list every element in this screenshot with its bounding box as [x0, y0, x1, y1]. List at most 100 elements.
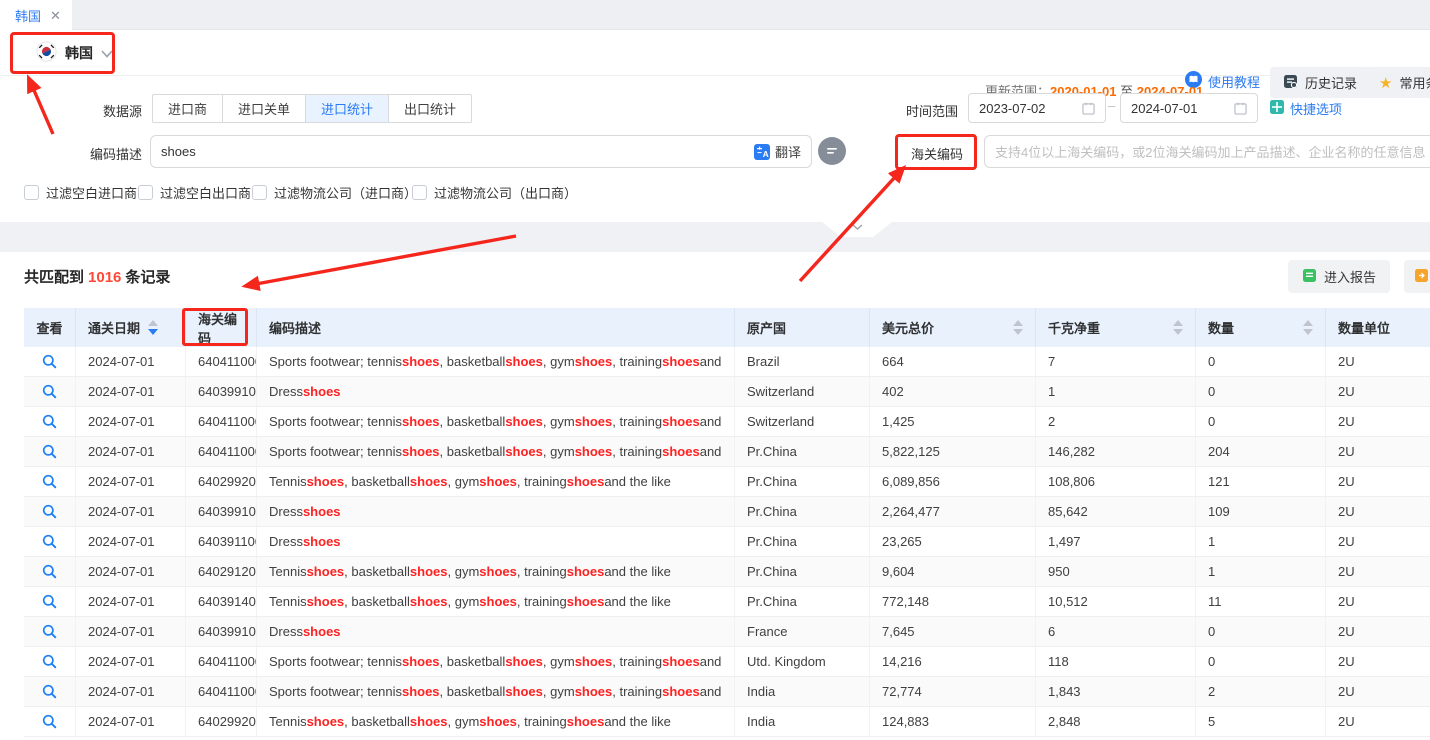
view-details-icon[interactable]	[24, 647, 75, 676]
highlighted-keyword: shoes	[567, 474, 605, 489]
sort-desc-icon[interactable]	[1013, 329, 1023, 335]
sort-desc-icon[interactable]	[1303, 329, 1313, 335]
cell-code: 6404110000	[186, 647, 257, 677]
cell-kg: 146,282	[1036, 437, 1196, 467]
sort-desc-icon[interactable]	[1173, 329, 1183, 335]
chevron-down-icon	[101, 46, 113, 61]
quick-options-link[interactable]: 快捷选项	[1270, 99, 1342, 118]
translate-button[interactable]: A 翻译	[754, 142, 801, 161]
sort-asc-icon[interactable]	[1013, 320, 1023, 326]
cell-description: Sports footwear; tennis shoes, basketbal…	[257, 677, 735, 707]
sort-caret[interactable]	[1173, 320, 1183, 335]
highlighted-keyword: shoes	[567, 594, 605, 609]
cell-code: 6404110000	[186, 677, 257, 707]
column-header-label: 原产国	[747, 318, 786, 337]
tab-korea[interactable]: 韩国 ✕	[0, 0, 72, 30]
checkbox-label: 过滤物流公司（进口商）	[274, 183, 417, 202]
cell-view	[24, 587, 76, 617]
view-details-icon[interactable]	[24, 407, 75, 436]
sort-caret[interactable]	[1303, 320, 1313, 335]
cell-view	[24, 527, 76, 557]
match-mode-toggle[interactable]	[818, 137, 846, 165]
view-details-icon[interactable]	[24, 677, 75, 706]
cell-kg: 1,497	[1036, 527, 1196, 557]
datasource-option[interactable]: 出口统计	[388, 94, 472, 123]
datasource-option[interactable]: 进口商	[152, 94, 223, 123]
datasource-option[interactable]: 进口统计	[305, 94, 389, 123]
column-header[interactable]: 数量	[1196, 308, 1326, 347]
view-details-icon[interactable]	[24, 527, 75, 556]
view-details-icon[interactable]	[24, 377, 75, 406]
datasource-option[interactable]: 进口关单	[222, 94, 306, 123]
view-details-icon[interactable]	[24, 557, 75, 586]
sort-caret[interactable]	[1013, 320, 1023, 335]
cell-usd: 23,265	[870, 527, 1036, 557]
column-header[interactable]: 美元总价	[870, 308, 1036, 347]
table-row: 2024-07-016404110000Sports footwear; ten…	[24, 407, 1430, 437]
view-details-icon[interactable]	[24, 707, 75, 736]
match-suffix: 条记录	[125, 269, 170, 286]
view-details-icon[interactable]	[24, 467, 75, 496]
cell-qty: 2	[1196, 677, 1326, 707]
sort-asc-icon[interactable]	[148, 320, 158, 326]
cell-description: Dress shoes	[257, 617, 735, 647]
cell-description: Sports footwear; tennis shoes, basketbal…	[257, 347, 735, 377]
checkbox-label: 过滤物流公司（出口商）	[434, 183, 577, 202]
view-details-icon[interactable]	[24, 347, 75, 376]
sort-asc-icon[interactable]	[1173, 320, 1183, 326]
date-from-input[interactable]: 2023-07-02	[968, 93, 1106, 123]
highlighted-keyword: shoes	[479, 594, 517, 609]
checkbox-icon[interactable]	[24, 185, 39, 200]
history-button[interactable]: 历史记录	[1270, 67, 1370, 98]
export-button[interactable]	[1404, 260, 1430, 293]
checkbox-icon[interactable]	[138, 185, 153, 200]
column-header[interactable]: 千克净重	[1036, 308, 1196, 347]
view-details-icon[interactable]	[24, 437, 75, 466]
filter-checkbox[interactable]: 过滤空白出口商	[138, 183, 251, 202]
cell-description: Dress shoes	[257, 527, 735, 557]
cell-date: 2024-07-01	[76, 467, 186, 497]
hscode-input[interactable]: 支持4位以上海关编码，或2位海关编码加上产品描述、企业名称的任意信息	[984, 135, 1430, 168]
filter-checkbox[interactable]: 过滤物流公司（出口商）	[412, 183, 577, 202]
filter-checkbox[interactable]: 过滤空白进口商	[24, 183, 137, 202]
column-header[interactable]: 通关日期	[76, 308, 186, 347]
column-header-label: 编码描述	[269, 318, 321, 337]
star-icon: ★	[1379, 74, 1392, 92]
checkbox-icon[interactable]	[412, 185, 427, 200]
date-to-input[interactable]: 2024-07-01	[1120, 93, 1258, 123]
view-details-icon[interactable]	[24, 497, 75, 526]
highlighted-keyword: shoes	[307, 474, 345, 489]
column-header-label: 通关日期	[88, 318, 140, 337]
enter-report-button[interactable]: 进入报告	[1288, 260, 1390, 293]
highlighted-keyword: shoes	[575, 654, 613, 669]
desc-search-input[interactable]: shoes A 翻译	[150, 135, 812, 168]
close-icon[interactable]: ✕	[50, 9, 61, 22]
highlighted-keyword: shoes	[662, 684, 700, 699]
cell-usd: 6,089,856	[870, 467, 1036, 497]
sort-asc-icon[interactable]	[1303, 320, 1313, 326]
desc-value: shoes	[161, 144, 196, 159]
column-header: 编码描述	[257, 308, 735, 347]
cell-date: 2024-07-01	[76, 677, 186, 707]
column-header-label: 查看	[36, 318, 62, 337]
tutorial-label: 使用教程	[1208, 72, 1260, 91]
collapse-handle[interactable]	[822, 222, 892, 237]
cell-kg: 2,848	[1036, 707, 1196, 737]
cell-code: 6403911000	[186, 527, 257, 557]
favorites-button[interactable]: ★ 常用条件	[1366, 67, 1430, 98]
table-row: 2024-07-016404110000Sports footwear; ten…	[24, 347, 1430, 377]
highlighted-keyword: shoes	[505, 354, 543, 369]
view-details-icon[interactable]	[24, 617, 75, 646]
checkbox-icon[interactable]	[252, 185, 267, 200]
cell-kg: 6	[1036, 617, 1196, 647]
cell-date: 2024-07-01	[76, 647, 186, 677]
calendar-icon	[1234, 102, 1247, 115]
view-details-icon[interactable]	[24, 587, 75, 616]
country-selector[interactable]: 韩国	[36, 39, 113, 67]
sort-caret[interactable]	[148, 320, 158, 335]
filter-checkbox[interactable]: 过滤物流公司（进口商）	[252, 183, 417, 202]
sort-desc-icon[interactable]	[148, 329, 158, 335]
cell-kg: 1	[1036, 377, 1196, 407]
highlighted-keyword: shoes	[479, 474, 517, 489]
cell-usd: 5,822,125	[870, 437, 1036, 467]
